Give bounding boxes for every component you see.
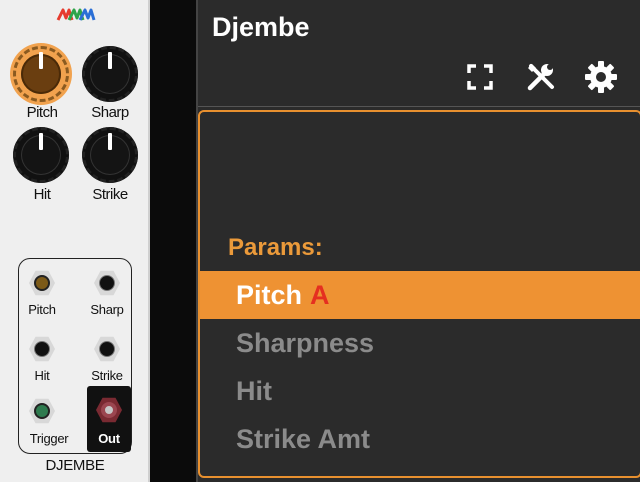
- knob-sharp[interactable]: [82, 46, 138, 102]
- knob-pitch[interactable]: [13, 46, 69, 102]
- jack-pitch-socket: [34, 275, 50, 291]
- jack-trigger-input[interactable]: [29, 398, 55, 424]
- jack-out-output[interactable]: [96, 397, 122, 423]
- param-hit-label: Hit: [236, 376, 272, 406]
- jack-trigger-socket: [34, 403, 50, 419]
- knob-sharp-pointer: [108, 52, 112, 69]
- param-row-sharpness[interactable]: Sharpness: [200, 319, 640, 367]
- jack-pitch-input[interactable]: [29, 270, 55, 296]
- knob-strike-pointer: [108, 133, 112, 150]
- knob-pitch-label: Pitch: [26, 104, 58, 121]
- tools-icon: [527, 64, 554, 91]
- jack-strike-input[interactable]: [94, 336, 120, 362]
- settings-gear-icon: [585, 61, 617, 93]
- param-pitch-text: Pitch A: [236, 280, 330, 311]
- knob-strike-label: Strike: [92, 186, 128, 203]
- jack-trigger-label: Trigger: [29, 431, 69, 446]
- fullscreen-icon: [467, 64, 493, 90]
- settings-button[interactable]: [584, 60, 618, 94]
- knob-pitch-pointer: [39, 52, 43, 69]
- knob-hit-pointer: [39, 133, 43, 150]
- params-heading: Params:: [228, 234, 323, 261]
- module-panel: Pitch Sharp Hit Strike Pitch Sharp Hit S…: [0, 0, 150, 482]
- module-name: DJEMBE: [45, 457, 105, 474]
- editor-pane: Djembe Params: Pitch A Sharpness Hit Str…: [196, 0, 640, 482]
- jack-sharp-socket: [99, 275, 115, 291]
- jack-out-label: Out: [98, 431, 120, 446]
- jack-hit-input[interactable]: [29, 336, 55, 362]
- param-sharpness-label: Sharpness: [236, 328, 375, 358]
- knob-hit-label: Hit: [33, 186, 51, 203]
- tools-button[interactable]: [524, 60, 558, 94]
- fullscreen-button[interactable]: [463, 60, 497, 94]
- jack-sharp-label: Sharp: [90, 302, 124, 317]
- param-row-hit[interactable]: Hit: [200, 367, 640, 415]
- page-title: Djembe: [212, 12, 310, 42]
- jack-strike-label: Strike: [91, 368, 123, 383]
- jack-sharp-input[interactable]: [94, 270, 120, 296]
- jack-strike-socket: [99, 341, 115, 357]
- knob-strike[interactable]: [82, 127, 138, 183]
- jack-hit-label: Hit: [34, 368, 50, 383]
- param-row-strike-amt[interactable]: Strike Amt: [200, 415, 640, 463]
- jack-hit-socket: [34, 341, 50, 357]
- jack-pitch-label: Pitch: [28, 302, 56, 317]
- param-row-pitch[interactable]: Pitch A: [200, 271, 640, 319]
- param-strike-amt-label: Strike Amt: [236, 424, 371, 454]
- knob-sharp-label: Sharp: [91, 104, 129, 121]
- jack-out-socket: [101, 402, 117, 418]
- header-divider: [198, 106, 640, 107]
- knob-hit[interactable]: [13, 127, 69, 183]
- param-pitch-tag: A: [310, 280, 330, 310]
- brand-logo: [56, 8, 96, 21]
- param-pitch-label: Pitch: [236, 280, 303, 310]
